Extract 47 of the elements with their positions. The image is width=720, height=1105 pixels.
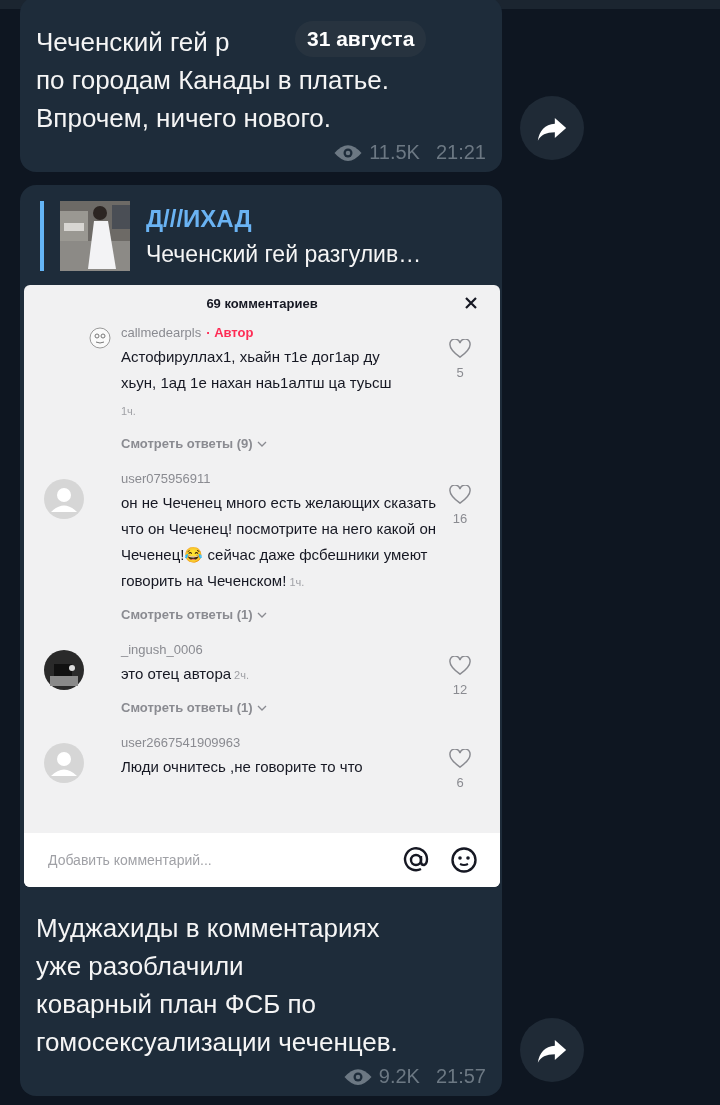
- chevron-icon: [256, 704, 267, 711]
- view-replies-link[interactable]: Смотреть ответы (9): [121, 436, 267, 451]
- reply-quote[interactable]: Д///ИХАД Чеченский гей разгулив…: [40, 201, 482, 271]
- reply-text: Чеченский гей разгулив…: [146, 240, 422, 268]
- message-time: 21:57: [435, 1065, 486, 1088]
- heart-icon[interactable]: [449, 749, 471, 769]
- comment-text: Люди очнитесь ,не говорите то что: [121, 757, 364, 777]
- heart-icon[interactable]: [449, 485, 471, 505]
- comment-text: он не Чеченец много есть желающих сказать что он Чеченец! посмотрите на него какой он Чеченец!😂 сейчас даже фсбешники умеют говорить на Чеченском! 1ч.: [121, 493, 437, 591]
- avatar-icon: [89, 327, 111, 349]
- message-text-line: Муджахиды в комментариях: [36, 912, 380, 945]
- message-time: 21:21: [435, 141, 486, 164]
- avatar-icon: [44, 479, 84, 519]
- comment-text: это отец автора 2ч.: [121, 664, 251, 684]
- like-count: 6: [456, 775, 464, 790]
- like-count: 5: [456, 365, 464, 380]
- heart-icon[interactable]: [449, 656, 471, 676]
- eye-icon: [342, 1067, 373, 1086]
- message-text-line: по городам Канады в платье.: [36, 64, 390, 97]
- date-badge: 31 августа: [295, 21, 427, 57]
- view-count: 11.5K: [369, 141, 420, 164]
- like-count: 12: [452, 682, 468, 697]
- mention-icon[interactable]: [402, 846, 430, 874]
- username: user2667541909963: [121, 735, 241, 750]
- avatar-icon: [44, 743, 84, 783]
- eye-icon: [333, 143, 364, 162]
- emoji-icon[interactable]: [450, 846, 478, 874]
- comments-title: 69 комментариев: [206, 295, 318, 311]
- close-icon: [464, 296, 478, 310]
- author-label: · Автор: [206, 325, 254, 340]
- username: callmedearpls: [121, 325, 202, 340]
- chevron-icon: [256, 611, 267, 618]
- message-text-line: гомосексуализации чеченцев.: [36, 1026, 398, 1059]
- message-text-line: Впрочем, ничего нового.: [36, 102, 331, 135]
- chevron-icon: [256, 440, 267, 447]
- view-replies-link[interactable]: Смотреть ответы (1): [121, 607, 267, 622]
- view-replies-link[interactable]: Смотреть ответы (1): [121, 700, 267, 715]
- reply-author: Д///ИХАД: [146, 204, 253, 233]
- message-text-line: уже разоблачили: [36, 950, 244, 983]
- like-count: 16: [452, 511, 468, 526]
- username: _ingush_0006: [121, 642, 203, 657]
- view-count: 9.2K: [378, 1065, 420, 1088]
- heart-icon[interactable]: [449, 339, 471, 359]
- comment-text: Астофируллах1, хьайн т1е дог1ар ду хьун, 1ад 1е нахан наь1алтш ца туьсш 1ч.: [121, 347, 393, 419]
- message-text-line: Чеченский гей р: [36, 26, 230, 59]
- username: user075956911: [121, 471, 211, 486]
- message-text-line: коварный план ФСБ по: [36, 988, 317, 1021]
